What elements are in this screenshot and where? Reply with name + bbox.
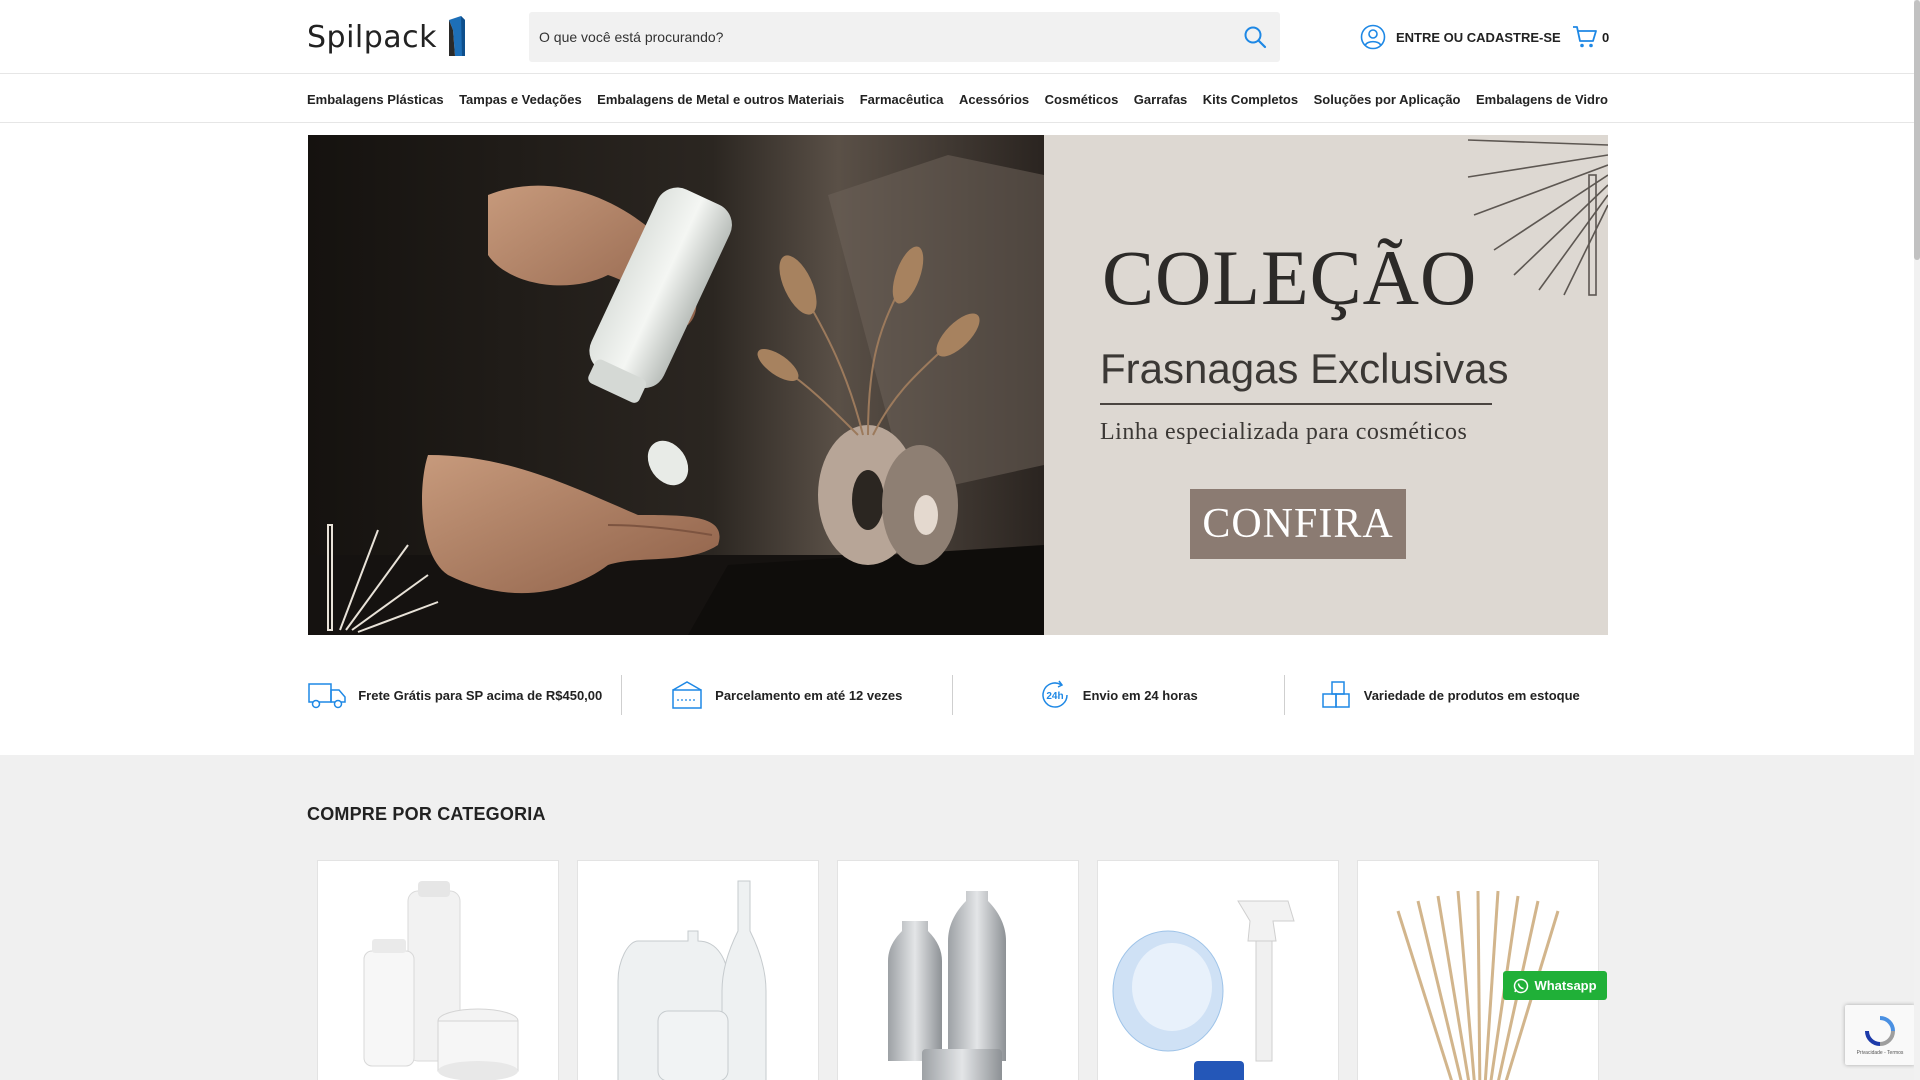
cart-icon [1573, 26, 1597, 48]
account-link[interactable]: ENTRE OU CADASTRE-SE [1360, 22, 1561, 52]
hero-photo [308, 135, 1044, 635]
whatsapp-icon [1514, 978, 1529, 993]
category-card-plastic[interactable] [317, 860, 559, 1080]
cart-button[interactable]: 0 [1572, 22, 1609, 52]
hero-text-panel: COLEÇÃO Frasnagas Exclusivas Linha espec… [1044, 135, 1608, 635]
aluminum-bottles-image [888, 891, 1006, 1080]
page-scrollbar[interactable] [1914, 0, 1920, 1080]
category-card-caps[interactable] [1097, 860, 1339, 1080]
benefit-free-shipping-text: Frete Grátis para SP acima de R$450,00 [358, 687, 603, 703]
user-icon [1360, 24, 1386, 50]
benefit-free-shipping: Frete Grátis para SP acima de R$450,00 [290, 675, 621, 715]
nav-item-cosmeticos[interactable]: Cosméticos [1045, 92, 1119, 107]
whatsapp-button[interactable]: Whatsapp [1503, 971, 1607, 1000]
boxes-icon [1322, 681, 1350, 708]
benefit-stock-variety: Variedade de produtos em estoque [1285, 675, 1616, 715]
nav-item-farmaceutica[interactable]: Farmacêutica [860, 92, 944, 107]
hero-banner[interactable]: COLEÇÃO Frasnagas Exclusivas Linha espec… [308, 135, 1608, 635]
hero-divider [1100, 403, 1492, 405]
recaptcha-badge[interactable]: Privacidade - Termos [1845, 1005, 1915, 1065]
clock-24h-badge: 24h [1046, 691, 1063, 702]
plastic-bottles-image [363, 881, 519, 1080]
truck-icon [308, 683, 346, 709]
benefit-fast-delivery-text: Envio em 24 horas [1082, 687, 1198, 703]
caps-sprayer-image [1112, 900, 1295, 1080]
nav-item-kits-completos[interactable]: Kits Completos [1203, 92, 1298, 107]
category-card-glass[interactable] [577, 860, 819, 1080]
whatsapp-label: Whatsapp [1534, 978, 1597, 993]
nav-item-embalagens-metal[interactable]: Embalagens de Metal e outros Materiais [597, 92, 844, 107]
recaptcha-text: Privacidade - Termos [1856, 1050, 1904, 1056]
logo-text: Spilpack [307, 19, 438, 55]
logo-mark-icon [449, 16, 466, 56]
nav-item-tampas-vedacoes[interactable]: Tampas e Vedações [459, 92, 582, 107]
glass-bottles-image [617, 880, 767, 1080]
main-nav: Embalagens Plásticas Tampas e Vedações E… [0, 75, 1920, 123]
categories-section: COMPRE POR CATEGORIA [0, 755, 1920, 1080]
benefit-stock-variety-text: Variedade de produtos em estoque [1363, 687, 1580, 703]
nav-item-acessorios[interactable]: Acessórios [959, 92, 1029, 107]
categories-list [317, 860, 1599, 1080]
scrollbar-thumb[interactable] [1914, 0, 1920, 260]
category-card-accessories[interactable] [1357, 860, 1599, 1080]
search-icon[interactable] [1240, 22, 1270, 52]
benefit-installments-text: Parcelamento em até 12 vezes [715, 687, 903, 703]
nav-item-embalagens-plasticas[interactable]: Embalagens Plásticas [307, 92, 444, 107]
nav-item-embalagens-vidro[interactable]: Embalagens de Vidro [1476, 92, 1608, 107]
card-icon [672, 681, 702, 709]
hero-cta-button[interactable]: CONFIRA [1190, 489, 1406, 559]
categories-title: COMPRE POR CATEGORIA [307, 804, 546, 824]
benefit-installments: Parcelamento em até 12 vezes [622, 675, 953, 715]
recaptcha-icon [1865, 1016, 1895, 1046]
account-label: ENTRE OU CADASTRE-SE [1396, 29, 1561, 45]
hero-title: COLEÇÃO [1102, 234, 1478, 321]
cart-count: 0 [1602, 29, 1610, 45]
hero-tagline: Linha especializada para cosméticos [1100, 419, 1468, 445]
category-card-metal[interactable] [837, 860, 1079, 1080]
search-input[interactable] [539, 29, 1240, 45]
nav-item-garrafas[interactable]: Garrafas [1134, 92, 1187, 107]
benefit-fast-delivery: 24h Envio em 24 horas [953, 675, 1284, 715]
page: Spilpack ENTRE OU CADASTRE-SE 0 Embalage… [0, 0, 1920, 1080]
header: Spilpack ENTRE OU CADASTRE-SE 0 [0, 0, 1920, 74]
hero-subtitle: Frasnagas Exclusivas [1100, 345, 1509, 392]
nav-item-solucoes-aplicacao[interactable]: Soluções por Aplicação [1314, 92, 1461, 107]
benefits-bar: Frete Grátis para SP acima de R$450,00 P… [290, 670, 1615, 720]
logo[interactable]: Spilpack [307, 14, 467, 60]
clock-24h-icon: 24h [1042, 680, 1068, 708]
search-bar [529, 12, 1280, 62]
